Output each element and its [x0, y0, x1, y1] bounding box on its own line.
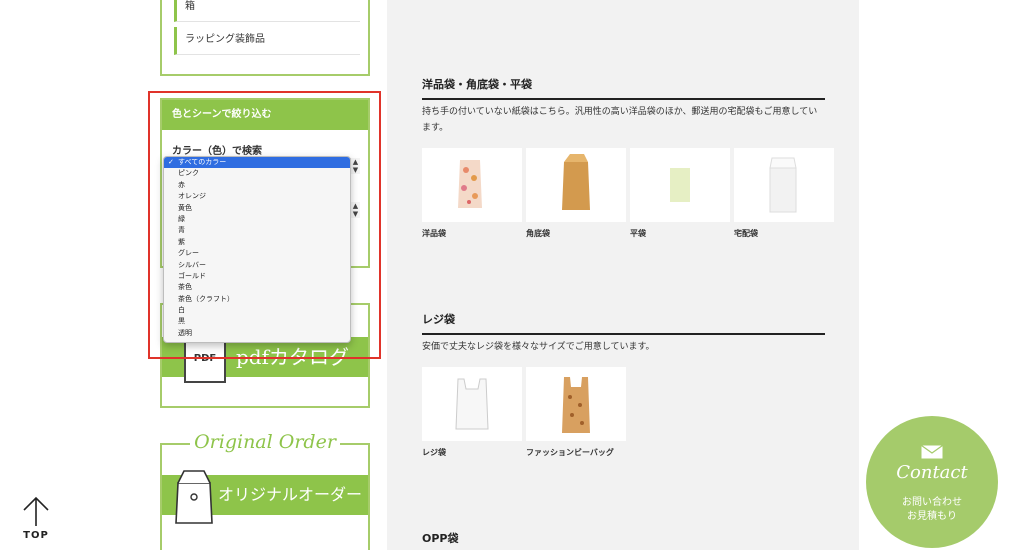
checkmark-icon: ✓	[168, 158, 174, 166]
section-description: 持ち手の付いていない紙袋はこちら。汎用性の高い洋品袋のほか、郵送用の宅配袋もご用…	[422, 107, 818, 133]
color-option-label: 茶色	[178, 283, 192, 292]
category-item-wrapping[interactable]: ラッピング装飾品	[174, 27, 360, 55]
product-name: 宅配袋	[734, 229, 758, 238]
color-option[interactable]: 黒	[164, 316, 350, 327]
color-option-label: 紫	[178, 237, 185, 246]
category-item-label: ラッピング装飾品	[185, 34, 265, 45]
back-to-top-button[interactable]: TOP	[18, 496, 54, 550]
arrow-up-icon	[23, 496, 49, 526]
color-option-label: 青	[178, 226, 185, 235]
color-search-label: カラー（色）で検索	[172, 146, 262, 157]
product-card[interactable]: レジ袋	[422, 367, 522, 459]
page: 箱 ラッピング装飾品 色とシーンで絞り込む カラー（色）で検索 ▲ ▼ ▲ ▼ PD…	[0, 0, 1024, 550]
color-option[interactable]: 茶色（クラフト）	[164, 294, 350, 305]
category-item-box[interactable]: 箱	[174, 0, 360, 22]
product-name: レジ袋	[422, 448, 446, 457]
product-name: 洋品袋	[422, 229, 446, 238]
product-name: 角底袋	[526, 229, 550, 238]
scene-select-arrows-icon[interactable]: ▲ ▼	[350, 202, 360, 218]
color-option-label: 透明	[178, 328, 192, 337]
color-option[interactable]: 青	[164, 225, 350, 236]
section-title: レジ袋	[422, 311, 825, 335]
contact-title: Contact	[896, 462, 968, 483]
color-option[interactable]: 透明	[164, 328, 350, 339]
product-card[interactable]: 角底袋	[526, 148, 626, 240]
color-option[interactable]: ゴールド	[164, 271, 350, 282]
original-order-title: Original Order	[162, 431, 368, 453]
original-order-banner[interactable]: Original Order オリジナルオーダー	[160, 431, 370, 550]
paper-bag-icon	[175, 470, 213, 524]
color-option[interactable]: 白	[164, 305, 350, 316]
color-option[interactable]: 黄色	[164, 203, 350, 214]
color-option[interactable]: 赤	[164, 180, 350, 191]
pdf-catalog-label: pdfカタログ	[236, 345, 350, 369]
product-name: 平袋	[630, 229, 646, 238]
mail-icon	[921, 445, 943, 459]
color-option[interactable]: 紫	[164, 237, 350, 248]
color-option-label: 白	[178, 306, 185, 315]
category-list: 箱 ラッピング装飾品	[160, 0, 370, 76]
color-option-label: 黄色	[178, 203, 192, 212]
product-card[interactable]: 平袋	[630, 148, 730, 240]
product-image	[734, 148, 834, 222]
color-option-label: 赤	[178, 180, 185, 189]
section-title: 洋品袋・角底袋・平袋	[422, 76, 825, 100]
product-image	[526, 367, 626, 441]
product-card[interactable]: ファッションビーバッグ	[526, 367, 626, 459]
product-image	[422, 367, 522, 441]
product-card[interactable]: 宅配袋	[734, 148, 834, 240]
contact-button[interactable]: Contact お問い合わせ お見積もり	[866, 416, 998, 548]
category-item-label: 箱	[185, 1, 195, 12]
color-option-label: 茶色（クラフト）	[178, 294, 234, 303]
color-option[interactable]: ピンク	[164, 168, 350, 179]
top-label: TOP	[23, 530, 49, 541]
filter-heading: 色とシーンで絞り込む	[162, 100, 368, 130]
product-image	[630, 148, 730, 222]
color-option-label: すべてのカラー	[178, 158, 227, 166]
product-image	[526, 148, 626, 222]
section-title: OPP袋	[422, 530, 825, 550]
contact-inquiry-text: お問い合わせ	[902, 497, 962, 508]
color-option[interactable]: シルバー	[164, 260, 350, 271]
product-card[interactable]: 洋品袋	[422, 148, 522, 240]
color-option[interactable]: ✓ すべてのカラー	[164, 157, 350, 169]
color-option-label: 黒	[178, 317, 185, 326]
contact-estimate-text: お見積もり	[907, 511, 957, 522]
main-content: 洋品袋・角底袋・平袋 持ち手の付いていない紙袋はこちら。汎用性の高い洋品袋のほか…	[387, 0, 859, 550]
contact-subtitle: お問い合わせ お見積もり	[866, 496, 998, 524]
color-option-label: グレー	[178, 249, 199, 258]
color-option[interactable]: オレンジ	[164, 191, 350, 202]
color-option-label: ピンク	[178, 169, 199, 178]
color-option[interactable]: 緑	[164, 214, 350, 225]
original-order-label: オリジナルオーダー	[218, 485, 363, 504]
color-option-label: オレンジ	[178, 192, 206, 201]
product-name: ファッションビーバッグ	[526, 448, 614, 457]
product-image	[422, 148, 522, 222]
color-option[interactable]: 茶色	[164, 282, 350, 293]
color-option-label: 緑	[178, 214, 185, 223]
color-option-label: ゴールド	[178, 271, 206, 280]
color-option[interactable]: グレー	[164, 248, 350, 259]
color-select-dropdown[interactable]: ✓ すべてのカラー ピンク赤オレンジ黄色緑青紫グレーシルバーゴールド茶色茶色（クラフ…	[163, 156, 351, 343]
color-select-arrows-icon[interactable]: ▲ ▼	[350, 158, 360, 174]
color-option-label: シルバー	[178, 260, 206, 269]
section-description: 安価で丈夫なレジ袋を様々なサイズでご用意しています。	[422, 342, 655, 352]
